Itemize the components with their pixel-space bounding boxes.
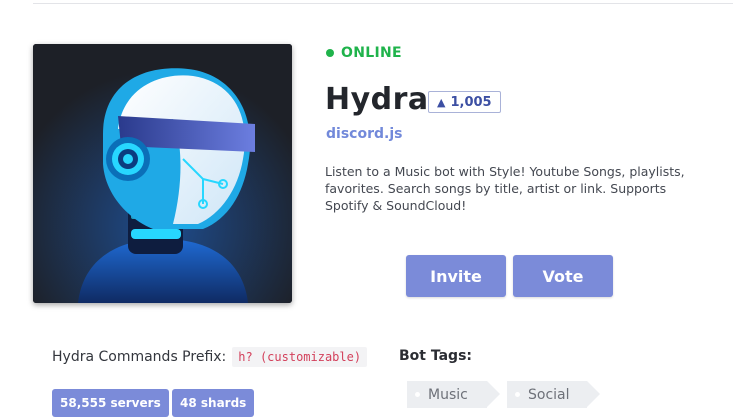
prefix-code: h? (customizable) (232, 347, 368, 367)
bot-tags-title: Bot Tags: (399, 348, 473, 364)
tag-social[interactable]: Social (507, 381, 600, 408)
status-indicator: ONLINE (326, 45, 402, 61)
bot-name: Hydra (325, 82, 429, 117)
upvote-count: 1,005 (450, 94, 492, 110)
servers-badge: 58,555 servers (52, 389, 169, 417)
bot-description: Listen to a Music bot with Style! Youtub… (325, 164, 685, 213)
chevron-up-icon: ▲ (437, 95, 446, 109)
tag-music[interactable]: Music (407, 381, 500, 408)
library-link[interactable]: discord.js (326, 126, 402, 142)
tag-label: Music (428, 386, 468, 403)
tag-hole-icon (415, 392, 420, 397)
prefix-label: Hydra Commands Prefix: (52, 349, 227, 365)
upvote-badge[interactable]: ▲ 1,005 (428, 91, 501, 113)
invite-button[interactable]: Invite (406, 255, 506, 297)
vote-button[interactable]: Vote (513, 255, 613, 297)
prefix-row: Hydra Commands Prefix: h? (customizable) (52, 347, 368, 367)
tag-label: Social (528, 386, 570, 403)
shards-badge: 48 shards (172, 389, 255, 417)
robot-helmet-avatar (33, 44, 292, 303)
tag-hole-icon (515, 392, 520, 397)
bot-avatar (33, 44, 292, 303)
top-divider (33, 3, 733, 4)
status-dot-icon (326, 49, 334, 57)
status-text: ONLINE (341, 45, 402, 61)
